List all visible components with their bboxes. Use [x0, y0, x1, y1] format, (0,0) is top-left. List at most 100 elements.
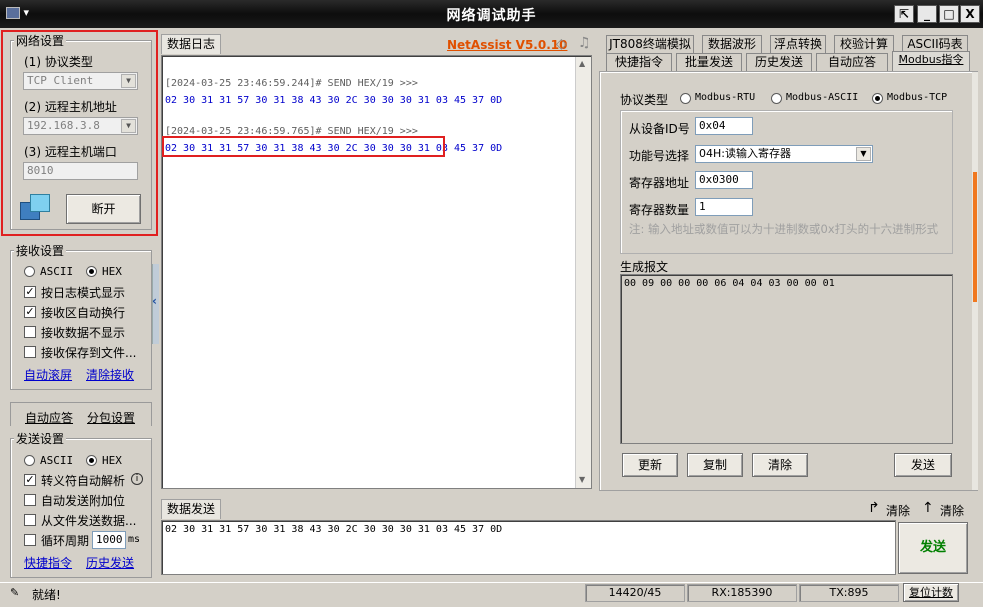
tx-counter: TX:895 [799, 584, 899, 602]
quick-command-link[interactable]: 快捷指令 [24, 554, 72, 571]
send-hex-radio[interactable] [86, 455, 97, 466]
cycle-period-input[interactable]: 1000 [92, 531, 126, 549]
receive-ascii-radio[interactable] [24, 266, 35, 277]
save-to-file-checkbox[interactable] [24, 346, 36, 358]
send-settings-title: 发送设置 [14, 430, 67, 447]
tab-modbus[interactable]: Modbus指令 [892, 51, 970, 71]
collapse-handle[interactable]: ‹ [152, 264, 159, 344]
scroll-down-icon[interactable]: ▼ [579, 475, 585, 484]
brand-link[interactable]: NetAssist V5.0.10 [447, 38, 567, 52]
maximize-button[interactable]: □ [939, 5, 959, 23]
clear-log-button[interactable]: 清除 [940, 502, 964, 519]
status-text: 就绪! [32, 588, 61, 602]
tab-packet-settings[interactable]: 分包设置 [87, 409, 135, 426]
log-mode-checkbox[interactable]: ✓ [24, 286, 36, 298]
send-hex-label: HEX [102, 454, 122, 467]
update-button[interactable]: 更新 [622, 453, 678, 477]
receive-settings-title: 接收设置 [14, 242, 67, 259]
scroll-up-icon[interactable]: ▲ [579, 59, 585, 68]
auto-wrap-checkbox[interactable]: ✓ [24, 306, 36, 318]
counter-display: 14420/45 [585, 584, 685, 602]
send-from-file-label: 从文件发送数据... [41, 514, 137, 528]
function-value: 04H:读输入寄存器 [699, 147, 791, 160]
modbus-ascii-label: Modbus-ASCII [786, 92, 859, 103]
auto-scroll-link[interactable]: 自动滚屏 [24, 366, 72, 383]
tab-auto-reply-right[interactable]: 自动应答 [816, 53, 888, 71]
window-title: 网络调试助手 [446, 8, 537, 24]
modbus-ascii-radio[interactable] [771, 93, 782, 104]
tab-data-log[interactable]: 数据日志 [161, 34, 221, 54]
modbus-tcp-label: Modbus-TCP [887, 92, 948, 103]
clear-up-arrow-icon[interactable]: ↑ [922, 500, 934, 516]
chevron-left-icon: ‹ [152, 294, 157, 308]
reset-counter-button[interactable]: 复位计数 [903, 583, 959, 602]
clear-arrow-icon[interactable]: ↱ [868, 500, 880, 516]
tab-jt808[interactable]: JT808终端模拟 [606, 35, 694, 53]
log-mode-label: 按日志模式显示 [41, 286, 126, 300]
broom-icon: ✎ [10, 586, 20, 599]
register-count-label: 寄存器数量 [629, 203, 690, 217]
modbus-send-button[interactable]: 发送 [894, 453, 952, 477]
highlight-log-data [162, 136, 445, 157]
modbus-tcp-radio[interactable] [872, 93, 883, 104]
close-button[interactable]: X [960, 5, 980, 23]
escape-parse-checkbox[interactable]: ✓ [24, 474, 36, 486]
send-input[interactable]: 02 30 31 31 57 30 31 38 43 30 2C 30 30 3… [161, 520, 896, 575]
modbus-protocol-label: 协议类型 [620, 93, 669, 107]
log-scrollbar[interactable]: ▲ ▼ [575, 57, 591, 488]
history-send-link[interactable]: 历史发送 [86, 554, 134, 571]
register-address-label: 寄存器地址 [629, 176, 690, 190]
slave-id-label: 从设备ID号 [629, 122, 690, 136]
send-ascii-label: ASCII [40, 454, 74, 467]
tab-batch-send[interactable]: 批量发送 [676, 53, 742, 71]
clear-send-button[interactable]: 清除 [886, 502, 910, 519]
send-button[interactable]: 发送 [898, 522, 968, 574]
modbus-rtu-label: Modbus-RTU [695, 92, 756, 103]
slave-id-input[interactable]: 0x04 [695, 117, 753, 135]
scroll-thumb[interactable] [973, 172, 977, 302]
generated-message-label: 生成报文 [620, 260, 669, 274]
pin-button[interactable]: ⇱ [894, 5, 914, 23]
clear-receive-link[interactable]: 清除接收 [86, 366, 134, 383]
escape-parse-label: 转义符自动解析 [41, 474, 126, 488]
append-bit-label: 自动发送附加位 [41, 494, 126, 508]
copy-button[interactable]: 复制 [687, 453, 743, 477]
function-select[interactable]: 04H:读输入寄存器 ▼ [695, 145, 873, 163]
tab-waveform[interactable]: 数据波形 [702, 35, 762, 53]
send-from-file-checkbox[interactable] [24, 514, 36, 526]
register-count-input[interactable]: 1 [695, 198, 753, 216]
minimize-button[interactable]: _ [917, 5, 937, 23]
save-to-file-label: 接收保存到文件... [41, 346, 137, 360]
register-address-input[interactable]: 0x0300 [695, 171, 753, 189]
modbus-rtu-radio[interactable] [680, 93, 691, 104]
info-icon[interactable]: i [131, 473, 143, 485]
middle-tabs: 自动应答 分包设置 [10, 402, 152, 426]
bell-icon[interactable]: ♫ [578, 35, 594, 51]
tab-auto-reply[interactable]: 自动应答 [25, 409, 73, 426]
diamond-icon[interactable]: ◇ [556, 36, 572, 52]
receive-hex-radio[interactable] [86, 266, 97, 277]
cycle-checkbox[interactable] [24, 534, 36, 546]
log-entry-data: 02 30 31 31 57 30 31 38 43 30 2C 30 30 3… [165, 95, 503, 106]
auto-wrap-label: 接收区自动换行 [41, 306, 126, 320]
data-log-panel [161, 55, 592, 489]
append-bit-checkbox[interactable] [24, 494, 36, 506]
clear-modbus-button[interactable]: 清除 [752, 453, 808, 477]
tab-quick-commands[interactable]: 快捷指令 [606, 53, 672, 71]
cycle-unit: ms [128, 534, 141, 545]
modbus-note: 注: 输入地址或数值可以为十进制数或0x打头的十六进制形式 [629, 222, 939, 236]
log-entry-header: [2024-03-25 23:46:59.244]# SEND HEX/19 >… [165, 78, 418, 89]
highlight-network-settings [1, 30, 158, 236]
tab-checksum[interactable]: 校验计算 [834, 35, 894, 53]
hide-received-checkbox[interactable] [24, 326, 36, 338]
rx-counter: RX:185390 [687, 584, 797, 602]
tab-history-send[interactable]: 历史发送 [746, 53, 812, 71]
right-panel-scrollbar[interactable] [972, 72, 978, 490]
generated-message-output[interactable]: 00 09 00 00 00 06 04 04 03 00 00 01 [620, 274, 953, 444]
title-bar: ▾ 网络调试助手 ⇱ _ □ X [0, 0, 983, 28]
receive-hex-label: HEX [102, 265, 122, 278]
send-ascii-radio[interactable] [24, 455, 35, 466]
tab-float-convert[interactable]: 浮点转换 [770, 35, 826, 53]
tab-data-send[interactable]: 数据发送 [161, 499, 221, 519]
function-label: 功能号选择 [629, 149, 690, 163]
